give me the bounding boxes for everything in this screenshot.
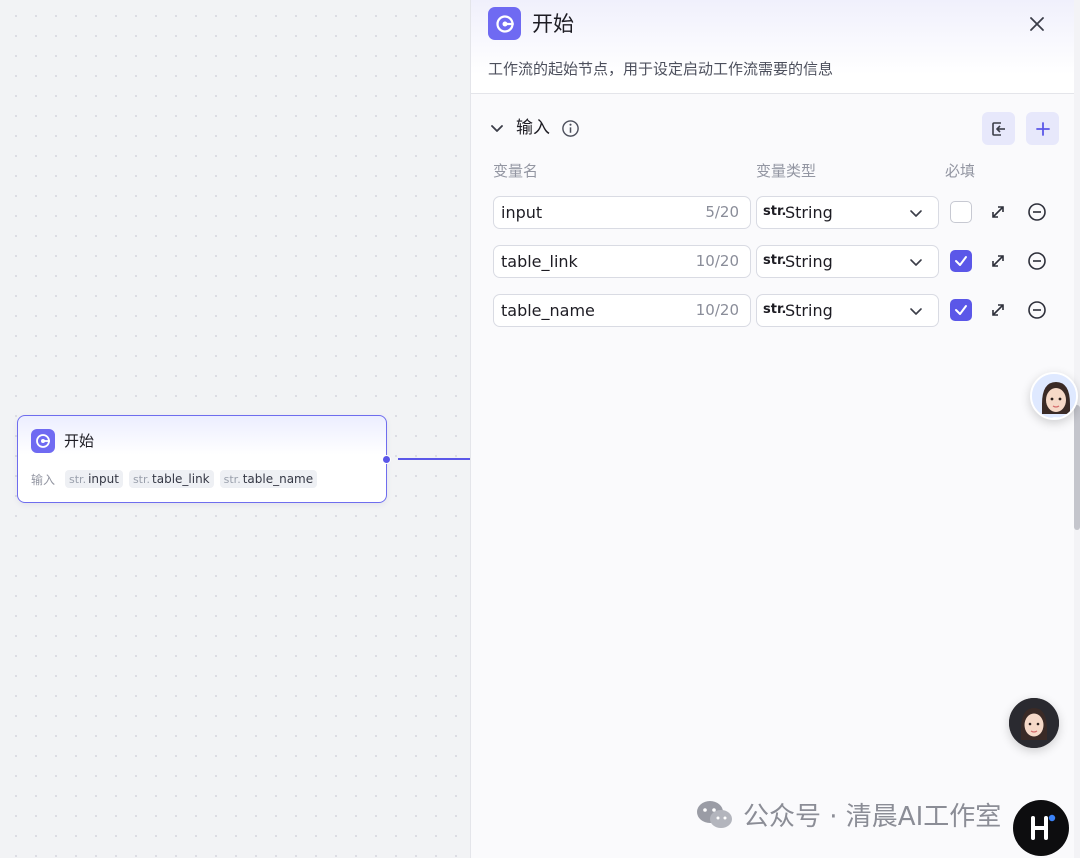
panel-header: 开始 工作流的起始节点，用于设定启动工作流需要的信息 — [471, 0, 1075, 94]
chevron-down-icon — [910, 259, 922, 266]
check-icon — [955, 305, 967, 315]
variable-name-value: input — [501, 203, 543, 222]
variable-row: table_name 10/20 str. String — [493, 294, 1063, 327]
type-value: String — [785, 301, 833, 320]
expand-icon[interactable] — [989, 252, 1007, 270]
scrollbar-thumb[interactable] — [1074, 405, 1080, 530]
expand-icon[interactable] — [989, 203, 1007, 221]
check-icon — [955, 256, 967, 266]
expand-icon[interactable] — [989, 301, 1007, 319]
assistant-avatar[interactable] — [1030, 372, 1078, 420]
chip-name: table_link — [152, 472, 210, 486]
variable-name-input[interactable]: table_name 10/20 — [493, 294, 751, 327]
chip-name: input — [88, 472, 119, 486]
watermark-text: 公众号 · 清晨AI工作室 — [743, 802, 1002, 832]
chevron-down-icon[interactable] — [488, 120, 506, 138]
start-icon — [31, 429, 55, 453]
section-title: 输入 — [516, 118, 550, 138]
node-inputs: 输入 str. input str. table_link str. table… — [31, 470, 318, 488]
char-count: 10/20 — [695, 252, 739, 270]
add-variable-button[interactable] — [1026, 112, 1059, 145]
chat-avatar-button[interactable] — [1009, 698, 1059, 748]
column-required-header: 必填 — [945, 162, 976, 180]
chevron-down-icon — [910, 308, 922, 315]
minus-circle-icon[interactable] — [1027, 202, 1047, 222]
connection-edge[interactable] — [398, 458, 470, 460]
wechat-icon — [697, 800, 732, 828]
variable-name-value: table_link — [501, 252, 578, 271]
column-name-header: 变量名 — [493, 162, 539, 180]
node-title: 开始 — [64, 432, 95, 450]
import-icon — [991, 121, 1005, 136]
variable-type-select[interactable]: str. String — [756, 196, 939, 229]
char-count: 10/20 — [695, 301, 739, 319]
close-button[interactable] — [1025, 12, 1049, 36]
type-tag: str. — [69, 473, 87, 486]
variable-row: input 5/20 str. String — [493, 196, 1063, 229]
start-node[interactable]: 开始 输入 str. input str. table_link str. ta… — [17, 415, 391, 503]
variable-name-input[interactable]: table_link 10/20 — [493, 245, 751, 278]
node-settings-panel: 开始 工作流的起始节点，用于设定启动工作流需要的信息 输入 变量名 变量类型 必… — [470, 0, 1075, 858]
required-checkbox[interactable] — [950, 201, 972, 223]
type-prefix: str. — [763, 302, 787, 317]
node-input-chip: str. input — [65, 470, 123, 488]
type-prefix: str. — [763, 204, 787, 219]
variable-row: table_link 10/20 str. String — [493, 245, 1063, 278]
variable-type-select[interactable]: str. String — [756, 245, 939, 278]
variable-type-select[interactable]: str. String — [756, 294, 939, 327]
column-headers: 变量名 变量类型 必填 — [493, 160, 1053, 182]
minus-circle-icon[interactable] — [1027, 251, 1047, 271]
k-logo-icon[interactable] — [1013, 800, 1069, 856]
chevron-down-icon — [910, 210, 922, 217]
start-icon — [488, 7, 521, 40]
required-checkbox[interactable] — [950, 250, 972, 272]
type-value: String — [785, 252, 833, 271]
variable-name-input[interactable]: input 5/20 — [493, 196, 751, 229]
watermark: 公众号 · 清晨AI工作室 — [695, 796, 1001, 833]
input-section-header: 输入 — [488, 112, 1060, 146]
variable-name-value: table_name — [501, 301, 595, 320]
required-checkbox[interactable] — [950, 299, 972, 321]
minus-circle-icon[interactable] — [1027, 300, 1047, 320]
char-count: 5/20 — [705, 203, 739, 221]
node-input-chip: str. table_name — [219, 470, 318, 488]
type-tag: str. — [132, 473, 151, 486]
chip-name: table_name — [242, 472, 314, 486]
column-type-header: 变量类型 — [756, 162, 817, 180]
panel-description: 工作流的起始节点，用于设定启动工作流需要的信息 — [488, 60, 834, 78]
type-tag: str. — [223, 473, 241, 486]
info-icon[interactable] — [561, 119, 580, 138]
import-variables-button[interactable] — [982, 112, 1015, 145]
output-port[interactable] — [382, 455, 391, 464]
node-input-chip: str. table_link — [128, 470, 214, 488]
type-value: String — [785, 203, 833, 222]
plus-icon — [1035, 121, 1050, 136]
type-prefix: str. — [763, 253, 787, 268]
node-inputs-label: 输入 — [31, 472, 56, 487]
close-icon — [1030, 17, 1044, 31]
panel-title: 开始 — [532, 12, 574, 36]
